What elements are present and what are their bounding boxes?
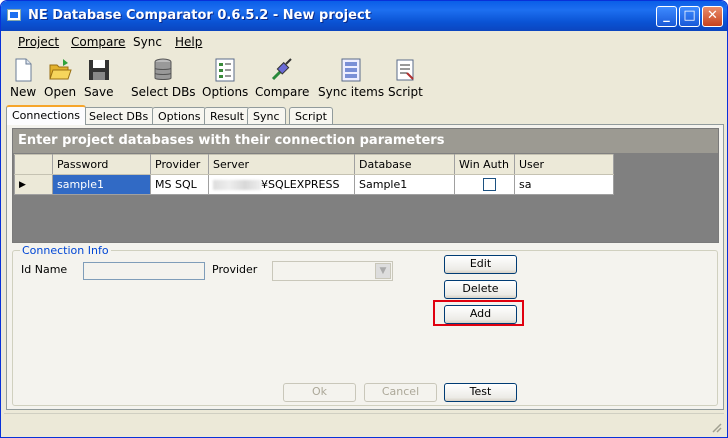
column-header-provider[interactable]: Provider (150, 154, 209, 175)
id-name-field[interactable] (83, 262, 205, 280)
script-icon (393, 57, 417, 83)
tab-strip: Connections Select DBs Options Result Sy… (6, 105, 724, 125)
cell-database[interactable]: Sample1 (354, 174, 455, 195)
tab-connections[interactable]: Connections (6, 105, 86, 125)
compare-button[interactable]: Compare (255, 57, 309, 99)
edit-button[interactable]: Edit (444, 255, 517, 274)
column-header-password[interactable]: Password (52, 154, 151, 175)
menu-project[interactable]: Project (18, 35, 59, 49)
cell-server[interactable]: ¥SQLEXPRESS (208, 174, 355, 195)
title-bar[interactable]: NE Database Comparator 0.6.5.2 - New pro… (1, 1, 727, 31)
cell-provider[interactable]: MS SQL (150, 174, 209, 195)
sync-list-icon (339, 57, 363, 83)
row-header-corner (14, 154, 53, 175)
save-label: Save (84, 85, 114, 99)
tab-script[interactable]: Script (289, 107, 333, 125)
cell-user[interactable]: sa (514, 174, 614, 195)
new-button[interactable]: New (10, 57, 36, 99)
app-icon (7, 9, 21, 21)
close-button[interactable]: ✕ (702, 6, 723, 27)
column-header-win-auth[interactable]: Win Auth (454, 154, 515, 175)
script-button[interactable]: Script (388, 57, 423, 99)
resize-grip-icon[interactable] (710, 421, 722, 433)
status-bar (4, 413, 724, 435)
chevron-down-icon: ▼ (375, 263, 391, 279)
open-label: Open (44, 85, 77, 99)
options-label: Options (202, 85, 249, 99)
options-button[interactable]: Options (202, 57, 248, 99)
compare-plug-icon (270, 57, 294, 83)
sync-items-button[interactable]: Sync items (318, 57, 384, 99)
current-row-indicator: ▶ (14, 174, 53, 195)
maximize-button[interactable]: □ (679, 6, 700, 27)
redacted-server-host (213, 180, 261, 190)
menu-bar: Project Compare Sync Help (4, 31, 724, 53)
new-file-icon (11, 57, 35, 83)
menu-compare[interactable]: Compare (71, 35, 125, 49)
menu-help[interactable]: Help (175, 35, 202, 49)
tab-result[interactable]: Result (204, 107, 250, 125)
ok-button[interactable]: Ok (283, 383, 356, 402)
add-button-highlight (433, 300, 524, 326)
connections-panel: Enter project databases with their conne… (6, 124, 724, 410)
floppy-disk-icon (87, 57, 111, 83)
connection-info-legend: Connection Info (20, 244, 111, 257)
toolbar: New Open Save Select DBs Options Compare… (4, 53, 724, 105)
id-name-label: Id Name (21, 263, 68, 276)
database-icon (151, 57, 175, 83)
tab-sync[interactable]: Sync (247, 107, 286, 125)
select-dbs-button[interactable]: Select DBs (131, 57, 196, 99)
databases-grid[interactable]: Password Provider Server Database Win Au… (14, 154, 614, 195)
sync-items-label: Sync items (318, 85, 385, 99)
column-header-server[interactable]: Server (208, 154, 355, 175)
tab-select-dbs[interactable]: Select DBs (83, 107, 155, 125)
tab-options[interactable]: Options (152, 107, 207, 125)
column-header-database[interactable]: Database (354, 154, 455, 175)
open-button[interactable]: Open (44, 57, 76, 99)
script-label: Script (388, 85, 423, 99)
cancel-button[interactable]: Cancel (364, 383, 437, 402)
provider-select[interactable]: ▼ (272, 261, 393, 281)
save-button[interactable]: Save (84, 57, 113, 99)
grid-header-row: Password Provider Server Database Win Au… (14, 154, 614, 175)
grid-caption: Enter project databases with their conne… (13, 129, 718, 153)
app-window: NE Database Comparator 0.6.5.2 - New pro… (0, 0, 728, 438)
table-row[interactable]: ▶ sample1 MS SQL ¥SQLEXPRESS Sample1 sa (14, 174, 614, 195)
cell-password[interactable]: sample1 (52, 174, 151, 195)
databases-grid-area: Enter project databases with their conne… (12, 128, 719, 243)
window-title: NE Database Comparator 0.6.5.2 - New pro… (28, 8, 371, 23)
select-dbs-label: Select DBs (131, 85, 196, 99)
options-list-icon (213, 57, 237, 83)
menu-sync[interactable]: Sync (133, 35, 162, 49)
folder-open-icon (48, 57, 72, 83)
column-header-user[interactable]: User (514, 154, 614, 175)
test-button[interactable]: Test (444, 383, 517, 402)
compare-label: Compare (255, 85, 310, 99)
provider-label: Provider (212, 263, 258, 276)
delete-button[interactable]: Delete (444, 280, 517, 299)
cell-win-auth[interactable] (454, 174, 515, 195)
cell-server-text: ¥SQLEXPRESS (261, 178, 340, 191)
new-label: New (10, 85, 37, 99)
connection-info-group: Connection Info Id Name Provider ▼ Edit … (12, 244, 718, 406)
win-auth-checkbox[interactable] (483, 178, 496, 192)
minimize-button[interactable]: _ (656, 6, 677, 27)
